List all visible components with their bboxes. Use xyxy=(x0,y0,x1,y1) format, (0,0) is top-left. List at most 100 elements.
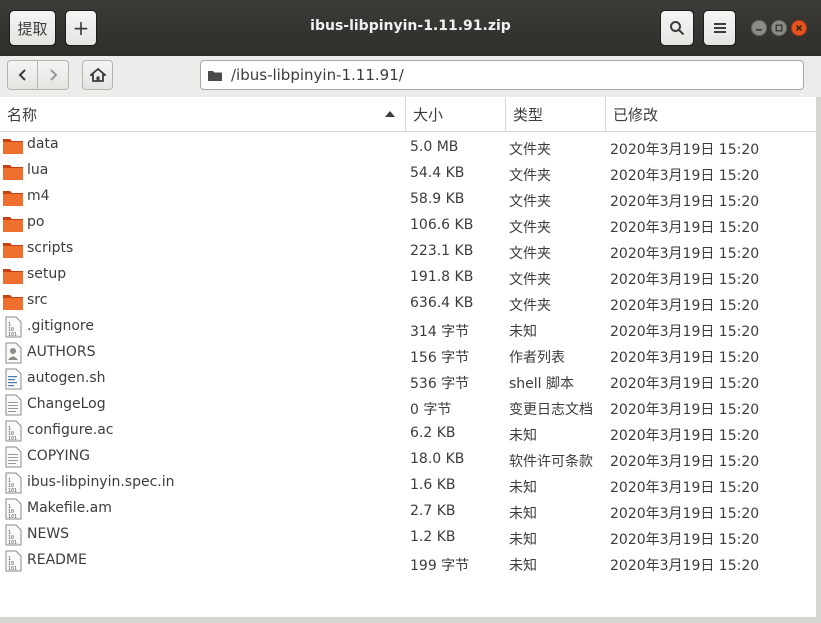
column-size[interactable]: 大小 xyxy=(406,97,506,131)
file-type: 变更日志文档 xyxy=(509,402,593,418)
file-modified: 2020年3月19日 15:20 xyxy=(610,454,760,470)
table-row[interactable]: COPYING 18.0 KB 软件许可条款 2020年3月19日 15:20 xyxy=(0,444,816,470)
sort-ascending-icon xyxy=(385,111,395,117)
back-button[interactable] xyxy=(7,60,38,90)
file-modified: 2020年3月19日 15:20 xyxy=(610,142,760,158)
file-name: setup xyxy=(27,266,67,282)
svg-text:101: 101 xyxy=(8,514,17,520)
folder-icon xyxy=(2,290,24,312)
file-name: AUTHORS xyxy=(27,344,96,360)
menu-button[interactable] xyxy=(703,10,736,46)
minimize-button[interactable] xyxy=(751,20,767,36)
folder-icon xyxy=(2,186,24,208)
table-row[interactable]: autogen.sh 536 字节 shell 脚本 2020年3月19日 15:20 xyxy=(0,366,816,392)
file-type: 文件夹 xyxy=(509,298,551,314)
table-row[interactable]: scripts 223.1 KB 文件夹 2020年3月19日 15:20 xyxy=(0,236,816,262)
column-modified[interactable]: 已修改 xyxy=(606,97,816,131)
maximize-button[interactable] xyxy=(771,20,787,36)
file-type: 文件夹 xyxy=(509,220,551,236)
text-file-icon xyxy=(2,394,24,416)
table-row[interactable]: 1 10 101 .gitignore 314 字节 未知 2020年3月19日 15:20 xyxy=(0,314,816,340)
table-row[interactable]: lua 54.4 KB 文件夹 2020年3月19日 15:20 xyxy=(0,158,816,184)
file-modified: 2020年3月19日 15:20 xyxy=(610,532,760,548)
file-size: 54.4 KB xyxy=(410,165,465,181)
home-icon xyxy=(89,68,106,82)
window-title: ibus-libpinyin-1.11.91.zip xyxy=(310,18,511,34)
file-name: .gitignore xyxy=(27,318,94,334)
file-name: src xyxy=(27,292,48,308)
file-modified: 2020年3月19日 15:20 xyxy=(610,220,760,236)
table-row[interactable]: 1 10 101 README 199 字节 未知 2020年3月19日 15:20 xyxy=(0,548,816,574)
file-type: 未知 xyxy=(509,324,537,340)
search-icon xyxy=(670,21,685,36)
file-size: 223.1 KB xyxy=(410,243,474,259)
table-row[interactable]: setup 191.8 KB 文件夹 2020年3月19日 15:20 xyxy=(0,262,816,288)
file-name: scripts xyxy=(27,240,74,256)
scrollbar-track[interactable] xyxy=(816,97,821,617)
file-type: 未知 xyxy=(509,480,537,496)
file-modified: 2020年3月19日 15:20 xyxy=(610,272,760,288)
file-type: 作者列表 xyxy=(509,350,565,366)
home-button[interactable] xyxy=(82,60,113,90)
table-row[interactable]: AUTHORS 156 字节 作者列表 2020年3月19日 15:20 xyxy=(0,340,816,366)
file-size: 106.6 KB xyxy=(410,217,474,233)
path-text: /ibus-libpinyin-1.11.91/ xyxy=(231,66,404,84)
file-name: po xyxy=(27,214,45,230)
file-type: 文件夹 xyxy=(509,246,551,262)
file-modified: 2020年3月19日 15:20 xyxy=(610,428,760,444)
file-type: 未知 xyxy=(509,558,537,574)
column-type[interactable]: 类型 xyxy=(506,97,606,131)
table-row[interactable]: 1 10 101 ibus-libpinyin.spec.in 1.6 KB 未知 2020… xyxy=(0,470,816,496)
table-row[interactable]: src 636.4 KB 文件夹 2020年3月19日 15:20 xyxy=(0,288,816,314)
file-size: 314 字节 xyxy=(410,324,470,340)
file-size: 191.8 KB xyxy=(410,269,474,285)
binary-file-icon: 1 10 101 xyxy=(2,498,24,520)
file-type: shell 脚本 xyxy=(509,376,575,392)
text-file-icon xyxy=(2,446,24,468)
authors-file-icon xyxy=(2,342,24,364)
file-name: ChangeLog xyxy=(27,396,106,412)
search-button[interactable] xyxy=(660,10,694,46)
file-modified: 2020年3月19日 15:20 xyxy=(610,506,760,522)
column-size-label: 大小 xyxy=(413,105,444,124)
table-row[interactable]: 1 10 101 Makefile.am 2.7 KB 未知 2020年3月19日 15:2… xyxy=(0,496,816,522)
file-size: 6.2 KB xyxy=(410,425,456,441)
table-row[interactable]: data 5.0 MB 文件夹 2020年3月19日 15:20 xyxy=(0,132,816,158)
file-type: 未知 xyxy=(509,506,537,522)
file-size: 1.2 KB xyxy=(410,529,456,545)
file-modified: 2020年3月19日 15:20 xyxy=(610,324,760,340)
table-row[interactable]: ChangeLog 0 字节 变更日志文档 2020年3月19日 15:20 xyxy=(0,392,816,418)
table-row[interactable]: 1 10 101 configure.ac 6.2 KB 未知 2020年3月19日 15:… xyxy=(0,418,816,444)
svg-text:101: 101 xyxy=(8,332,17,338)
svg-text:101: 101 xyxy=(8,540,17,546)
folder-icon xyxy=(2,134,24,156)
table-row[interactable]: 1 10 101 NEWS 1.2 KB 未知 2020年3月19日 15:20 xyxy=(0,522,816,548)
column-type-label: 类型 xyxy=(513,105,544,124)
svg-text:101: 101 xyxy=(8,436,17,442)
file-modified: 2020年3月19日 15:20 xyxy=(610,194,760,210)
binary-file-icon: 1 10 101 xyxy=(2,472,24,494)
column-name[interactable]: 名称 xyxy=(0,97,406,131)
forward-button[interactable] xyxy=(38,60,69,90)
close-button[interactable] xyxy=(791,20,807,36)
column-header: 名称 大小 类型 已修改 xyxy=(0,97,816,132)
file-size: 536 字节 xyxy=(410,376,470,392)
folder-icon xyxy=(2,212,24,234)
file-type: 文件夹 xyxy=(509,272,551,288)
script-file-icon xyxy=(2,368,24,390)
file-name: configure.ac xyxy=(27,422,114,438)
file-modified: 2020年3月19日 15:20 xyxy=(610,480,760,496)
file-size: 2.7 KB xyxy=(410,503,456,519)
file-name: COPYING xyxy=(27,448,90,464)
file-type: 文件夹 xyxy=(509,194,551,210)
folder-icon xyxy=(2,160,24,182)
chevron-right-icon xyxy=(50,69,58,81)
file-modified: 2020年3月19日 15:20 xyxy=(610,402,760,418)
binary-file-icon: 1 10 101 xyxy=(2,316,24,338)
folder-icon xyxy=(2,264,24,286)
file-size: 1.6 KB xyxy=(410,477,456,493)
file-size: 18.0 KB xyxy=(410,451,465,467)
path-input[interactable]: /ibus-libpinyin-1.11.91/ xyxy=(200,60,804,90)
table-row[interactable]: po 106.6 KB 文件夹 2020年3月19日 15:20 xyxy=(0,210,816,236)
table-row[interactable]: m4 58.9 KB 文件夹 2020年3月19日 15:20 xyxy=(0,184,816,210)
